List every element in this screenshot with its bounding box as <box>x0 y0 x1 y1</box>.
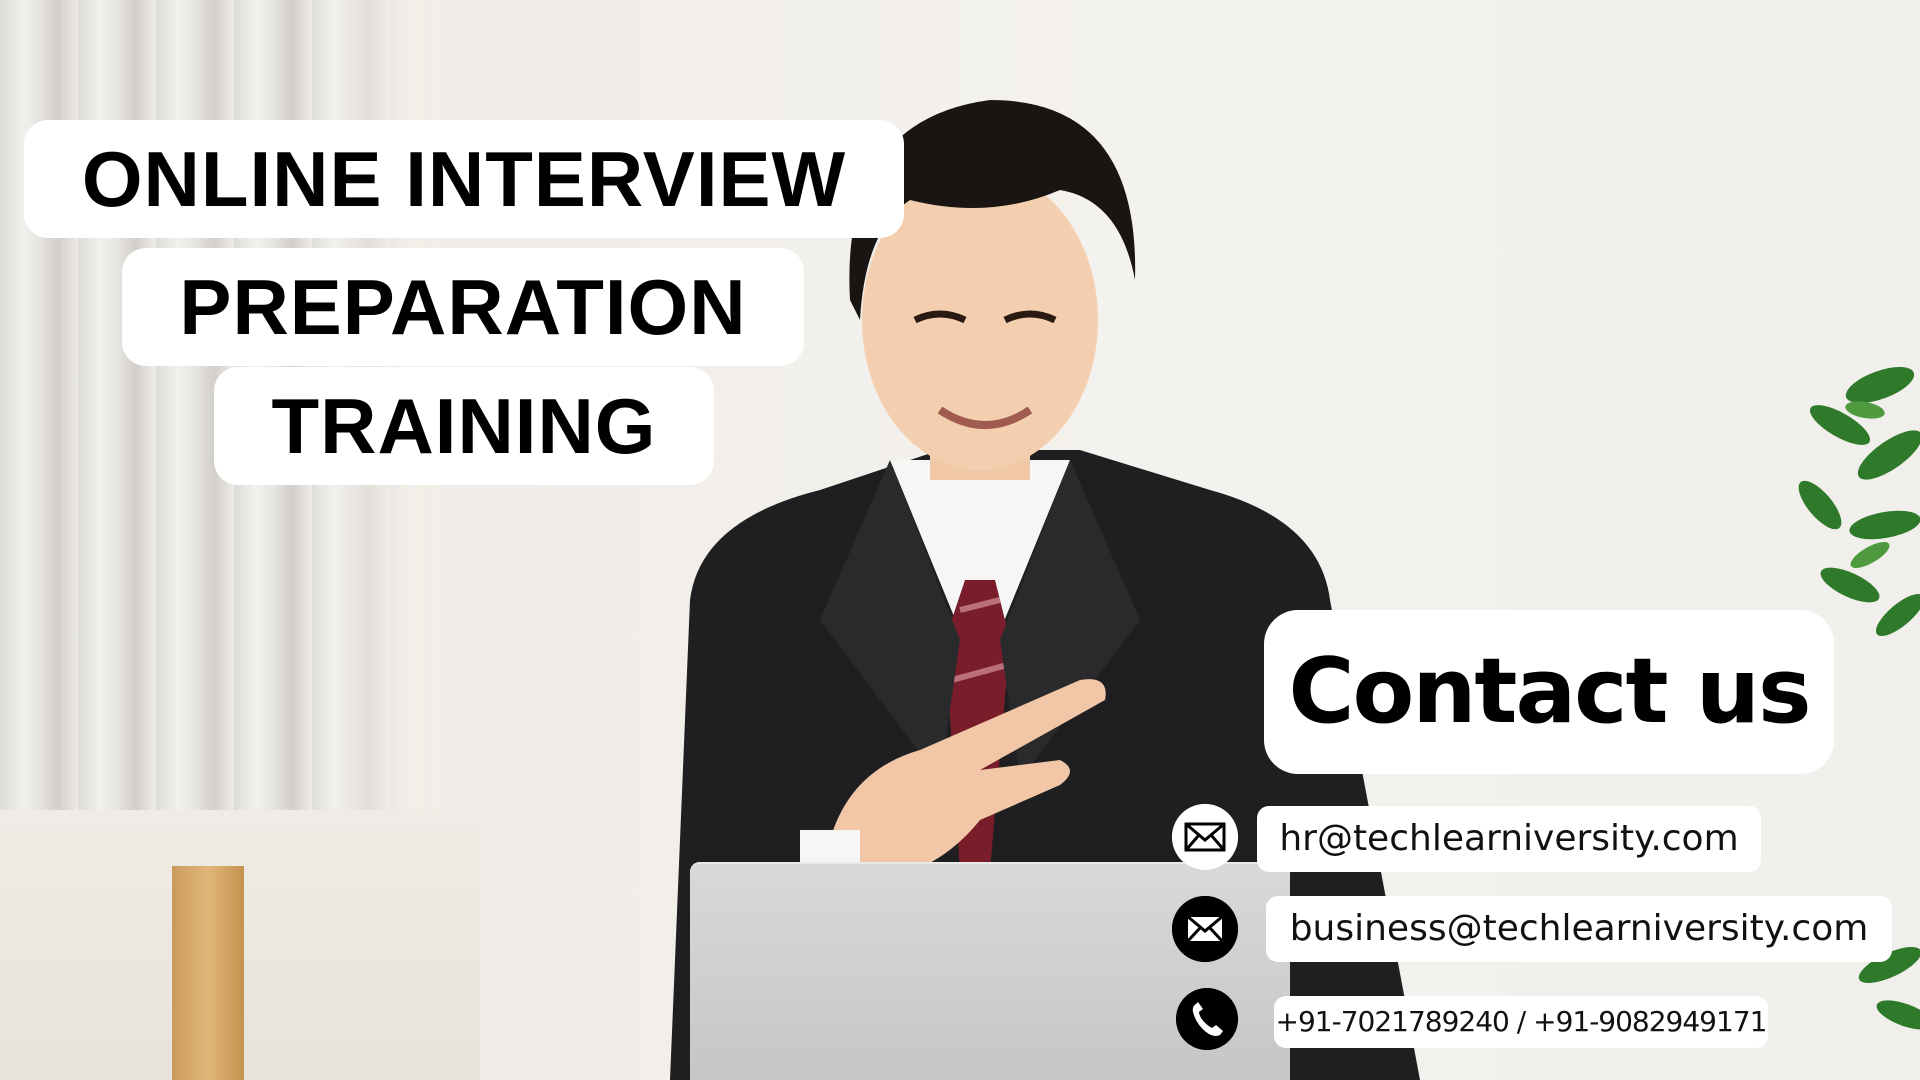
title-line-2: PREPARATION <box>122 248 804 366</box>
envelope-icon <box>1172 896 1238 962</box>
email-hr-link[interactable]: hr@techlearniversity.com <box>1257 806 1761 872</box>
email-business-link[interactable]: business@techlearniversity.com <box>1266 896 1892 962</box>
envelope-icon <box>1172 804 1238 870</box>
wooden-post <box>172 866 244 1080</box>
contact-heading: Contact us <box>1264 610 1834 774</box>
title-line-3: TRAINING <box>214 367 714 485</box>
phone-icon <box>1176 988 1238 1050</box>
title-line-1: ONLINE INTERVIEW <box>24 120 904 238</box>
phone-numbers[interactable]: +91-7021789240 / +91-9082949171 <box>1274 996 1768 1048</box>
